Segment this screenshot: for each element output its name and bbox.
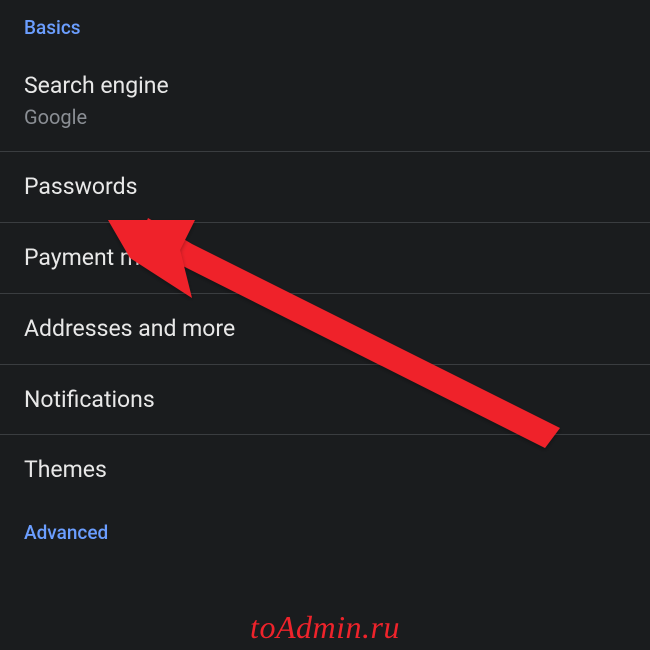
item-title: Addresses and more bbox=[24, 314, 626, 344]
item-title: Passwords bbox=[24, 172, 626, 202]
settings-item-addresses[interactable]: Addresses and more bbox=[0, 294, 650, 365]
section-header-advanced: Advanced bbox=[0, 505, 650, 552]
settings-item-payment-methods[interactable]: Payment methods bbox=[0, 223, 650, 294]
settings-item-search-engine[interactable]: Search engine Google bbox=[0, 47, 650, 152]
section-header-basics: Basics bbox=[0, 0, 650, 47]
item-subtitle: Google bbox=[24, 105, 626, 129]
item-title: Search engine bbox=[24, 71, 626, 101]
item-title: Notifications bbox=[24, 385, 626, 415]
settings-item-notifications[interactable]: Notifications bbox=[0, 365, 650, 436]
watermark-text: toAdmin.ru bbox=[250, 609, 400, 646]
settings-item-passwords[interactable]: Passwords bbox=[0, 152, 650, 223]
item-title: Payment methods bbox=[24, 243, 626, 273]
item-title: Themes bbox=[24, 455, 626, 485]
settings-item-themes[interactable]: Themes bbox=[0, 435, 650, 505]
